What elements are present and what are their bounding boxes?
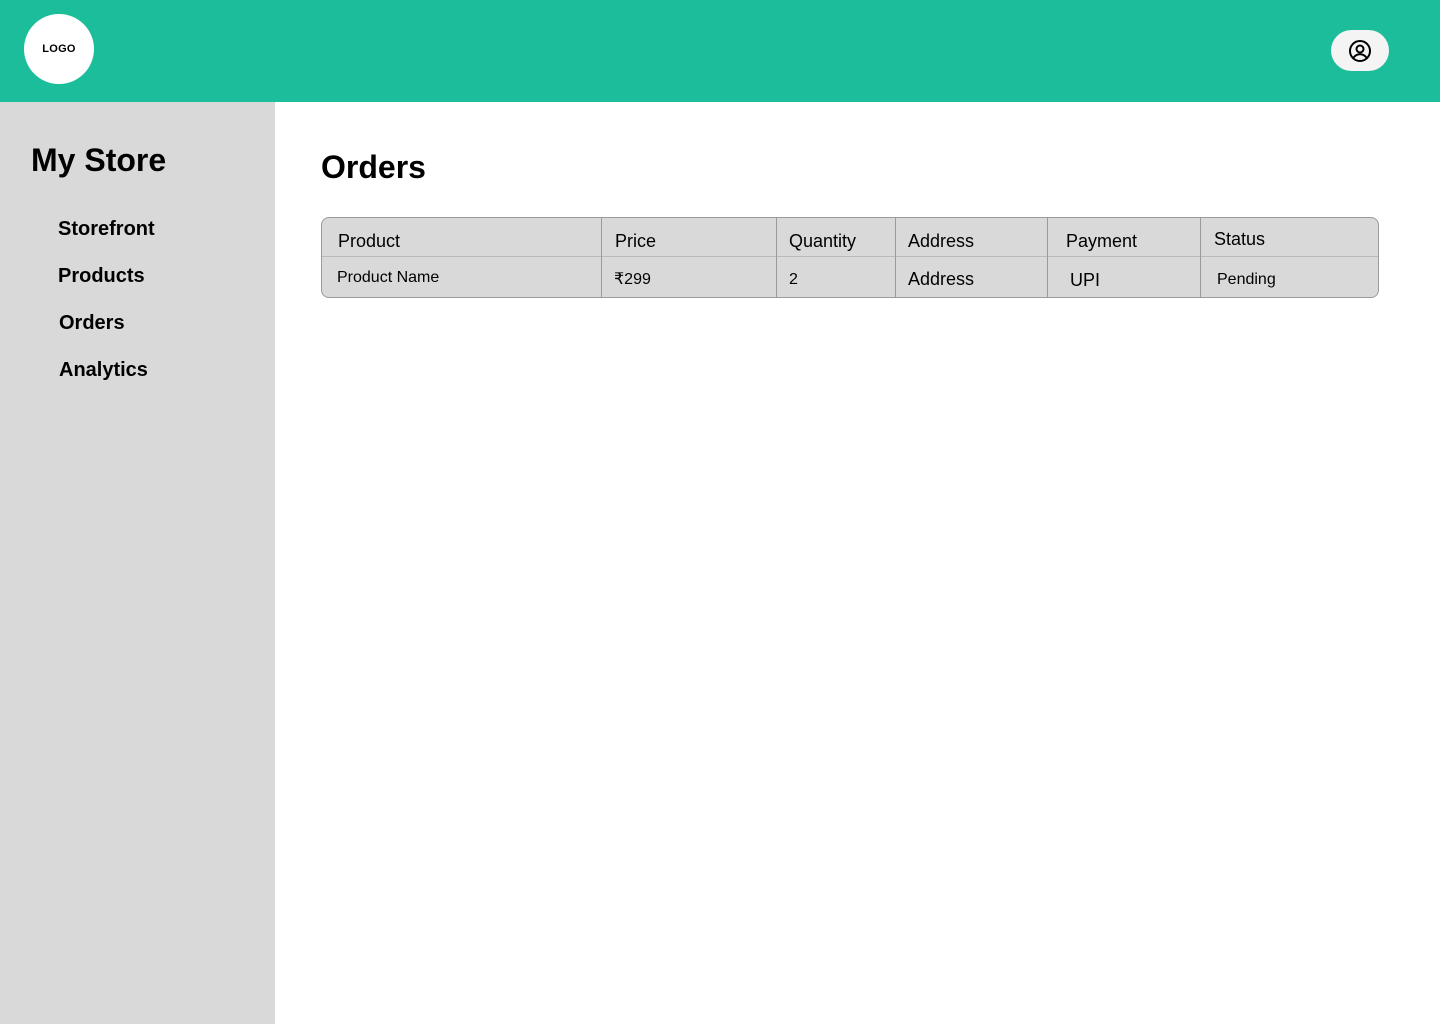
- logo-text: LOGO: [42, 43, 76, 55]
- sidebar-item-analytics[interactable]: Analytics: [59, 358, 148, 382]
- profile-button[interactable]: [1331, 30, 1389, 71]
- sidebar-item-products[interactable]: Products: [58, 264, 145, 288]
- sidebar: My Store Storefront Products Orders Anal…: [0, 102, 275, 1024]
- column-header-quantity: Quantity: [789, 231, 857, 251]
- column-header-price: Price: [615, 231, 657, 251]
- column-divider: [601, 218, 602, 297]
- cell-quantity: 2: [789, 271, 798, 288]
- cell-address: Address: [908, 269, 975, 289]
- logo[interactable]: LOGO: [24, 14, 94, 84]
- user-circle-icon: [1349, 39, 1371, 62]
- store-title: My Store: [31, 142, 167, 178]
- column-divider: [895, 218, 896, 297]
- cell-product: Product Name: [337, 269, 440, 286]
- column-divider: [1200, 218, 1201, 297]
- sidebar-item-storefront[interactable]: Storefront: [58, 217, 155, 241]
- top-header: LOGO: [0, 0, 1440, 102]
- column-divider: [776, 218, 777, 297]
- column-header-status: Status: [1214, 229, 1266, 249]
- column-header-address: Address: [908, 231, 975, 251]
- table-row-divider: [322, 256, 1378, 257]
- status-badge: Pending: [1217, 271, 1276, 288]
- column-header-payment: Payment: [1066, 231, 1138, 251]
- page-title: Orders: [321, 149, 426, 185]
- cell-price: ₹299: [614, 271, 651, 288]
- cell-payment: UPI: [1070, 270, 1101, 290]
- sidebar-item-orders[interactable]: Orders: [59, 311, 125, 335]
- column-divider: [1047, 218, 1048, 297]
- column-header-product: Product: [338, 231, 401, 251]
- orders-table: Product Price Quantity Address Payment S…: [321, 217, 1379, 298]
